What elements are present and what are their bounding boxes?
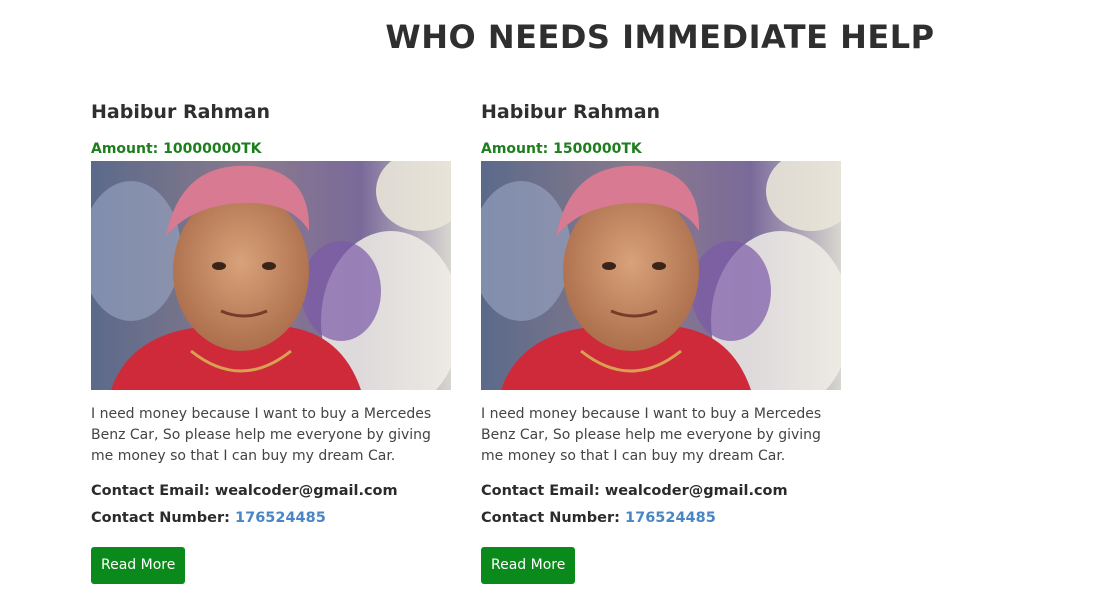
contact-email: Contact Email: wealcoder@gmail.com [481,481,841,501]
contact-email-label: Contact Email: [481,483,600,499]
contact-number: Contact Number: 176524485 [481,508,841,528]
card-amount: Amount: 1500000TK [481,141,642,157]
card-photo [91,161,451,390]
read-more-button[interactable]: Read More [91,547,186,584]
card-amount: Amount: 10000000TK [91,141,262,157]
page-title: WHO NEEDS IMMEDIATE HELP [385,18,935,56]
card-description: I need money because I want to buy a Mer… [481,406,822,464]
contact-email-value: wealcoder@gmail.com [214,483,398,499]
card-name: Habibur Rahman [481,101,661,123]
help-card: Habibur Rahman Amount: 1500000TK I need … [481,96,841,584]
contact-number: Contact Number: 176524485 [91,508,451,528]
contact-number-label: Contact Number: [481,510,620,526]
contact-email-label: Contact Email: [91,483,210,499]
help-card: Habibur Rahman Amount: 10000000TK I need… [91,96,451,584]
card-photo [481,161,841,390]
card-name: Habibur Rahman [91,101,271,123]
read-more-button[interactable]: Read More [481,547,576,584]
contact-number-link[interactable]: 176524485 [235,510,326,526]
contact-email-value: wealcoder@gmail.com [604,483,788,499]
contact-email: Contact Email: wealcoder@gmail.com [91,481,451,501]
contact-number-link[interactable]: 176524485 [625,510,716,526]
contact-number-label: Contact Number: [91,510,230,526]
card-description: I need money because I want to buy a Mer… [91,406,432,464]
